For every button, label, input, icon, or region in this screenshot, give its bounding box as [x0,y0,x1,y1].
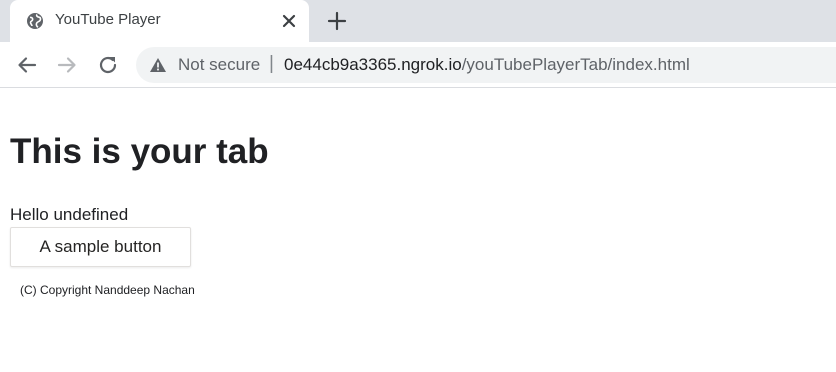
tab-youtube-player[interactable]: YouTube Player [10,0,309,42]
page-title: This is your tab [10,132,269,171]
security-status-label[interactable]: Not secure [178,55,260,75]
globe-icon [27,13,43,29]
tab-title: YouTube Player [55,11,161,28]
warning-icon[interactable] [149,57,167,73]
back-arrow-icon[interactable] [14,52,40,78]
address-bar[interactable]: Not secure | 0e44cb9a3365.ngrok.io/youTu… [136,47,836,83]
new-tab-plus-icon[interactable] [325,9,349,33]
url-text[interactable]: 0e44cb9a3365.ngrok.io/youTubePlayerTab/i… [284,55,690,75]
separator: | [269,53,274,74]
url-path: /youTubePlayerTab/index.html [461,55,690,74]
sample-button[interactable]: A sample button [10,227,191,267]
reload-icon[interactable] [95,52,121,78]
browser-window: YouTube Player Not secure | 0e44cb9a3365… [0,0,836,372]
copyright-text: (C) Copyright Nanddeep Nachan [20,283,195,297]
page-content: This is your tab Hello undefined A sampl… [0,88,836,372]
browser-toolbar: Not secure | 0e44cb9a3365.ngrok.io/youTu… [0,42,836,88]
tab-strip: YouTube Player [0,0,836,42]
greeting-text: Hello undefined [10,205,129,224]
url-host: 0e44cb9a3365.ngrok.io [284,55,462,74]
close-icon[interactable] [280,12,298,30]
forward-arrow-icon[interactable] [54,52,80,78]
